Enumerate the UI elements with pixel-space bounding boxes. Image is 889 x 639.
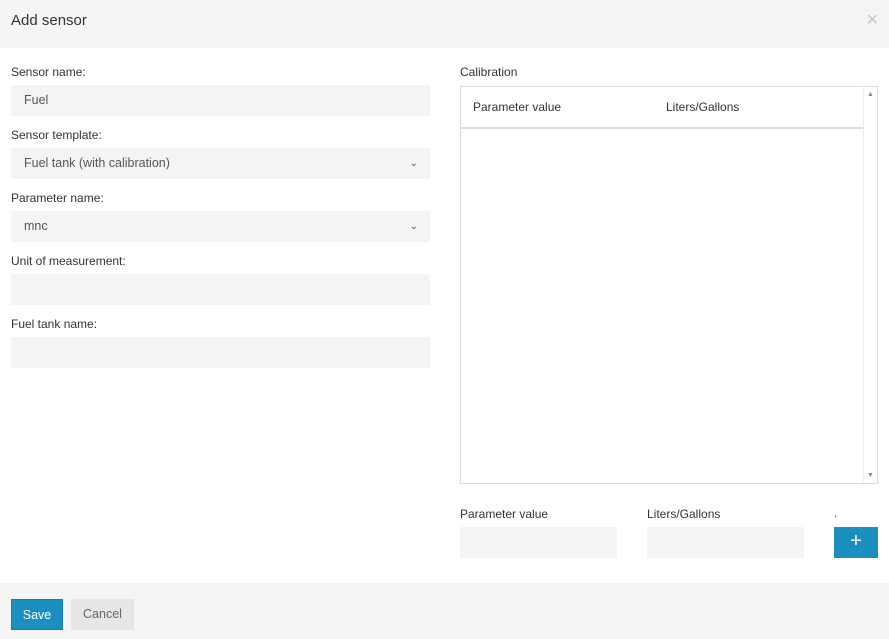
scroll-up-icon[interactable]: ▲ bbox=[867, 91, 874, 98]
chevron-down-icon: ⌄ bbox=[409, 221, 418, 232]
new-liters-gallons-input[interactable] bbox=[647, 527, 804, 558]
new-parameter-value-label: Parameter value bbox=[460, 507, 549, 521]
save-button[interactable]: Save bbox=[11, 599, 63, 630]
add-calibration-row-button[interactable]: + bbox=[834, 527, 878, 558]
parameter-name-value: mnc bbox=[24, 219, 48, 233]
parameter-name-label: Parameter name: bbox=[11, 191, 104, 205]
dialog-header: Add sensor ✕ bbox=[0, 0, 889, 48]
new-liters-gallons-label: Liters/Gallons bbox=[647, 507, 721, 521]
fuel-tank-name-label: Fuel tank name: bbox=[11, 317, 98, 331]
add-button-label: . bbox=[834, 508, 838, 520]
sensor-name-label: Sensor name: bbox=[11, 65, 86, 79]
close-icon[interactable]: ✕ bbox=[866, 12, 879, 30]
calibration-table: Parameter value Liters/Gallons ▲ ▼ bbox=[460, 86, 878, 484]
unit-of-measurement-input[interactable] bbox=[11, 274, 430, 305]
sensor-template-value: Fuel tank (with calibration) bbox=[24, 156, 170, 170]
fuel-tank-name-input[interactable] bbox=[11, 337, 430, 368]
calibration-label: Calibration bbox=[460, 65, 518, 79]
sensor-template-label: Sensor template: bbox=[11, 128, 102, 142]
calibration-scrollbar[interactable]: ▲ ▼ bbox=[863, 87, 877, 483]
new-parameter-value-input[interactable] bbox=[460, 527, 617, 558]
unit-of-measurement-label: Unit of measurement: bbox=[11, 254, 126, 268]
calibration-table-header: Parameter value Liters/Gallons bbox=[461, 87, 864, 129]
chevron-down-icon: ⌄ bbox=[409, 158, 418, 169]
column-parameter-value: Parameter value bbox=[473, 100, 562, 114]
parameter-name-select[interactable]: mnc ⌄ bbox=[11, 211, 430, 242]
sensor-name-input[interactable]: Fuel bbox=[11, 85, 430, 116]
sensor-template-select[interactable]: Fuel tank (with calibration) ⌄ bbox=[11, 148, 430, 179]
scroll-down-icon[interactable]: ▼ bbox=[867, 472, 874, 479]
column-liters-gallons: Liters/Gallons bbox=[666, 100, 740, 114]
cancel-button[interactable]: Cancel bbox=[71, 599, 134, 630]
plus-icon: + bbox=[850, 530, 862, 552]
dialog-title: Add sensor bbox=[11, 12, 87, 29]
